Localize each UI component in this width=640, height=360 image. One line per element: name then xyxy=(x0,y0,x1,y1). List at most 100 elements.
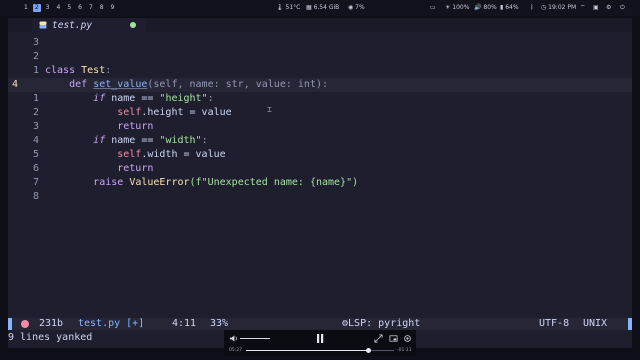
volume-indicator[interactable]: 🔊 80% xyxy=(474,4,497,12)
code-line: 1 class Test: xyxy=(8,64,632,78)
string: "height" xyxy=(159,93,208,104)
keyword: if xyxy=(93,93,106,104)
workspace-switcher: 123456789 xyxy=(22,4,116,12)
tab-filename: test.py xyxy=(52,20,93,31)
power-icon[interactable]: ⏻ xyxy=(620,4,625,12)
keyword: if xyxy=(93,135,106,146)
line-number: 7 xyxy=(32,177,39,188)
modified-dot-icon[interactable] xyxy=(130,22,136,28)
cpu-temp-value: 51°C xyxy=(285,4,301,11)
workspace-7[interactable]: 7 xyxy=(87,4,95,12)
code-line: 8 xyxy=(8,190,632,204)
keyword: class xyxy=(45,65,76,76)
parameters: (self, name: str, value: int): xyxy=(147,79,328,90)
workspace-9[interactable]: 9 xyxy=(109,4,117,12)
remaining-time: -01:11 xyxy=(397,348,412,353)
bluetooth-icon[interactable]: ᛒ xyxy=(530,4,534,12)
lsp-label: LSP: pyright xyxy=(348,318,421,329)
keyword: raise xyxy=(93,177,124,188)
recording-icon xyxy=(21,320,29,328)
code-line: 1 if name == "height": xyxy=(8,92,632,106)
keyword: def xyxy=(69,79,88,90)
cpu-value: 7% xyxy=(355,4,365,11)
code-line: 7 raise ValueError(f"Unexpected name: {n… xyxy=(8,176,632,190)
code-area[interactable]: 3 2 1 class Test: 4 def set_value(self, n… xyxy=(8,36,632,204)
code-line: 3 return xyxy=(8,120,632,134)
editor-window: test.py 3 2 1 class Test: 4 def set_value… xyxy=(8,18,632,348)
file-format: UNIX xyxy=(583,318,608,329)
line-number: 2 xyxy=(32,51,39,62)
clock-indicator: ◷ 19:02 PM xyxy=(541,4,577,11)
tab-line: test.py xyxy=(8,18,632,32)
volume-icon[interactable] xyxy=(229,334,238,343)
exception-name: ValueError xyxy=(129,177,190,188)
encoding: UTF-8 xyxy=(539,318,570,329)
volume-slider[interactable] xyxy=(240,338,270,339)
line-number: 1 xyxy=(32,65,39,76)
line-number: 2 xyxy=(32,107,39,118)
pip-icon[interactable] xyxy=(389,334,398,343)
workspace-8[interactable]: 8 xyxy=(98,4,106,12)
expression: .height = value xyxy=(141,107,232,118)
video-player-controls: 05:27 -01:11 xyxy=(224,330,416,356)
battery-indicator: ▮ 64% xyxy=(500,4,519,11)
code-line: 5 self.width = value xyxy=(8,148,632,162)
elapsed-time: 05:27 xyxy=(229,348,242,353)
punctuation: : xyxy=(105,65,112,76)
seek-bar[interactable] xyxy=(246,348,394,353)
settings-icon[interactable]: ⚙ xyxy=(606,4,611,12)
line-number: 6 xyxy=(32,163,39,174)
line-number-current: 4 xyxy=(12,79,19,90)
code-line: 3 xyxy=(8,36,632,50)
settings-gear-icon[interactable] xyxy=(403,334,412,343)
expression: name == xyxy=(111,135,160,146)
clock-value: 19:02 PM xyxy=(548,4,577,11)
code-line: 4 if name == "width": xyxy=(8,134,632,148)
brightness-value: 100% xyxy=(452,4,470,11)
code-line-current: 4 def set_value(self, name: str, value: … xyxy=(8,78,632,92)
function-name: set_value xyxy=(93,79,148,90)
volume-value: 80% xyxy=(483,4,497,11)
battery-value: 64% xyxy=(505,4,519,11)
workspace-2[interactable]: 2 xyxy=(32,4,41,12)
self-ref: self xyxy=(117,149,142,160)
seek-handle[interactable] xyxy=(366,348,372,353)
scroll-percent: 33% xyxy=(210,318,229,329)
cursor-position: 4:11 xyxy=(172,318,197,329)
workspace-3[interactable]: 3 xyxy=(44,4,52,12)
tab-test-py[interactable]: test.py xyxy=(32,18,146,32)
line-number: 8 xyxy=(32,191,39,202)
workspace-5[interactable]: 5 xyxy=(65,4,73,12)
keyword: return xyxy=(117,121,154,132)
lsp-status: ⚙LSP: pyright xyxy=(342,318,420,330)
mode-indicator-right xyxy=(628,318,632,330)
pause-icon[interactable] xyxy=(315,333,325,344)
class-name: Test xyxy=(81,65,106,76)
status-filename: test.py [+] xyxy=(78,318,145,329)
keyword: return xyxy=(117,163,154,174)
cpu-indicator: ◉ 7% xyxy=(348,4,365,11)
expression: name == xyxy=(111,93,160,104)
brightness-indicator[interactable]: ☀ 100% xyxy=(445,4,469,12)
code-line: 6 return xyxy=(8,162,632,176)
code-line: 2 self.height = value xyxy=(8,106,632,120)
mode-indicator-left xyxy=(8,318,12,330)
workspace-6[interactable]: 6 xyxy=(76,4,84,12)
fullscreen-icon[interactable] xyxy=(374,334,383,343)
status-line: 231b test.py [+] 4:11 33% ⚙LSP: pyright … xyxy=(8,318,632,330)
punctuation: : xyxy=(201,135,208,146)
mouse-cursor-icon: ⌶ xyxy=(267,105,272,114)
punctuation: : xyxy=(207,93,214,104)
python-file-icon xyxy=(39,21,47,29)
workspace-1[interactable]: 1 xyxy=(22,4,30,12)
memory-indicator: ▦ 6.54 GiB xyxy=(306,4,340,11)
line-number: 5 xyxy=(32,149,39,160)
window-icon[interactable]: ▭ xyxy=(430,4,436,12)
line-number: 3 xyxy=(32,121,39,132)
workspace-4[interactable]: 4 xyxy=(54,4,62,12)
line-number: 4 xyxy=(32,135,39,146)
notification-icon[interactable]: ▣ xyxy=(593,4,599,12)
code-line: 2 xyxy=(8,50,632,64)
command-message: 9 lines yanked xyxy=(8,332,93,343)
wifi-icon[interactable]: ⌔ xyxy=(580,4,586,12)
